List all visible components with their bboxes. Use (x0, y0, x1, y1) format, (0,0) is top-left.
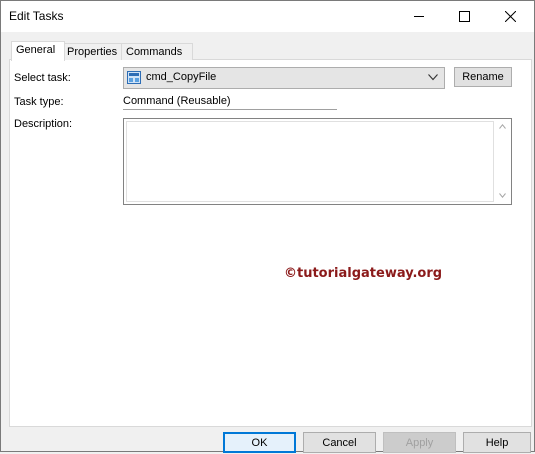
select-task-label: Select task: (14, 72, 71, 84)
cancel-button[interactable]: Cancel (303, 432, 376, 453)
close-button[interactable] (488, 1, 533, 32)
close-icon (505, 11, 516, 22)
task-type-field: Command (Reusable) (123, 95, 337, 110)
tab-commands[interactable]: Commands (121, 43, 193, 60)
description-textarea[interactable] (123, 118, 512, 205)
scroll-up-icon (499, 124, 506, 129)
help-button[interactable]: Help (463, 432, 531, 453)
task-type-value: Command (Reusable) (123, 95, 231, 107)
maximize-button[interactable] (442, 1, 487, 32)
minimize-icon (414, 16, 424, 17)
description-scrollbar[interactable] (495, 120, 510, 203)
description-text (126, 121, 494, 202)
ok-button[interactable]: OK (223, 432, 296, 453)
maximize-icon (459, 11, 470, 22)
chevron-down-icon (428, 74, 438, 81)
watermark: ©tutorialgateway.org (284, 266, 443, 281)
tab-general[interactable]: General (11, 41, 65, 61)
rename-button[interactable]: Rename (454, 67, 512, 87)
scroll-down-icon (499, 193, 506, 198)
window-title: Edit Tasks (9, 9, 64, 23)
general-tab-panel (9, 59, 532, 427)
title-bar: Edit Tasks (1, 1, 534, 32)
select-task-dropdown[interactable]: cmd_CopyFile (123, 67, 445, 89)
description-label: Description: (14, 118, 73, 130)
tab-properties[interactable]: Properties (62, 43, 130, 60)
command-task-icon (127, 71, 141, 84)
edit-tasks-dialog: Edit Tasks General Properties Commands S… (0, 0, 535, 453)
minimize-button[interactable] (397, 1, 442, 32)
select-task-value: cmd_CopyFile (146, 71, 217, 83)
task-type-label: Task type: (14, 96, 64, 108)
apply-button[interactable]: Apply (383, 432, 456, 453)
